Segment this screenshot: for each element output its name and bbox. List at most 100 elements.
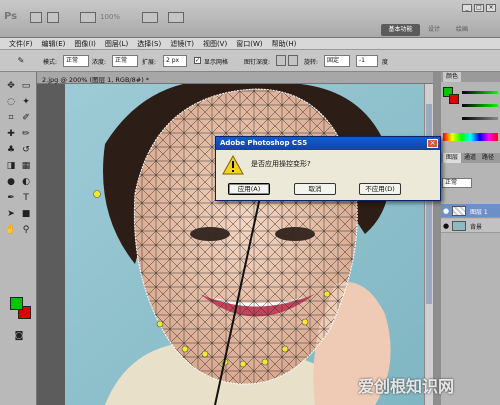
- toolbox: ✥ ▭ ◌ ✦ ⌗ ✐ ✚ ✏ ♣ ↺ ◨ ▦ ● ◐ ✒ T ➤ ■ ✋ ⚲ …: [0, 72, 37, 405]
- tab-layers[interactable]: 图层: [443, 153, 462, 163]
- pin[interactable]: [239, 360, 247, 368]
- color-spectrum[interactable]: [443, 133, 498, 141]
- tab-paths[interactable]: 路径: [479, 153, 498, 163]
- canvas-area[interactable]: [37, 84, 433, 405]
- blend-mode-select[interactable]: 正常: [442, 178, 472, 188]
- menu-file[interactable]: 文件(F): [9, 38, 33, 49]
- shape-tool-icon[interactable]: ■: [19, 208, 33, 220]
- mini-bridge-icon[interactable]: [47, 12, 59, 23]
- pin[interactable]: [181, 345, 189, 353]
- pin[interactable]: [301, 318, 309, 326]
- pin[interactable]: [261, 358, 269, 366]
- menu-window[interactable]: 窗口(W): [236, 38, 262, 49]
- quick-select-tool-icon[interactable]: ✦: [19, 96, 33, 108]
- title-bar: Ps 100% 基本功能 设计 绘画 _ □ ×: [0, 0, 500, 38]
- color-slider-green[interactable]: [462, 91, 498, 94]
- screen-mode-icon[interactable]: [168, 12, 184, 23]
- panel-collapse-strip[interactable]: [433, 72, 441, 405]
- apply-button[interactable]: 应用(A): [228, 183, 270, 195]
- show-mesh-checkbox[interactable]: ✓: [194, 57, 201, 64]
- document-tab[interactable]: 2.jpg @ 200% (图层 1, RGB/8#) *: [37, 72, 433, 84]
- view-extras-icon[interactable]: [80, 12, 96, 23]
- expand-input[interactable]: 2 px: [163, 55, 187, 67]
- foreground-color-swatch[interactable]: [10, 297, 23, 310]
- workspace-design[interactable]: 设计: [428, 24, 440, 36]
- color-slider-adjust[interactable]: [462, 104, 498, 107]
- mode-select[interactable]: 正常: [63, 55, 89, 67]
- quick-mask-icon[interactable]: ◙: [12, 330, 26, 342]
- pin[interactable]: [156, 320, 164, 328]
- brush-tool-icon[interactable]: ✏: [19, 128, 33, 140]
- photo-canvas[interactable]: [65, 84, 433, 405]
- workspace-painting[interactable]: 绘画: [456, 24, 468, 36]
- clone-stamp-tool-icon[interactable]: ♣: [4, 144, 18, 156]
- type-tool-icon[interactable]: T: [19, 192, 33, 204]
- marquee-tool-icon[interactable]: ▭: [19, 80, 33, 92]
- eyedropper-tool-icon[interactable]: ✐: [19, 112, 33, 124]
- vertical-scrollbar[interactable]: [424, 84, 433, 405]
- pin[interactable]: [201, 350, 209, 358]
- menu-edit[interactable]: 编辑(E): [42, 38, 66, 49]
- arrange-documents-icon[interactable]: [142, 12, 158, 23]
- dodge-tool-icon[interactable]: ◐: [19, 176, 33, 188]
- scroll-thumb[interactable]: [426, 104, 432, 304]
- warning-icon: [222, 155, 244, 175]
- menu-bar: 文件(F) 编辑(E) 图像(I) 图层(L) 选择(S) 滤镜(T) 视图(V…: [0, 38, 500, 50]
- layer-name: 图层 1: [470, 209, 488, 216]
- workspace-essentials[interactable]: 基本功能: [381, 24, 420, 36]
- pin[interactable]: [93, 190, 101, 198]
- angle-input[interactable]: -1: [356, 55, 378, 67]
- layer-row-background[interactable]: ● 背景: [441, 219, 500, 233]
- crop-tool-icon[interactable]: ⌗: [4, 112, 18, 124]
- density-select[interactable]: 正常: [112, 55, 138, 67]
- menu-filter[interactable]: 滤镜(T): [170, 38, 194, 49]
- dialog-title: Adobe Photoshop CS5: [216, 137, 440, 150]
- pin-depth-up-icon[interactable]: [276, 55, 286, 66]
- pin-depth-down-icon[interactable]: [288, 55, 298, 66]
- watermark-text: 爱创根知识网: [358, 377, 455, 396]
- app-logo: Ps: [4, 11, 18, 22]
- layer-row-1[interactable]: ● 图层 1: [441, 204, 500, 218]
- move-tool-icon[interactable]: ✥: [4, 80, 18, 92]
- blur-tool-icon[interactable]: ●: [4, 176, 18, 188]
- layer-name: 背景: [470, 224, 483, 231]
- zoom-tool-icon[interactable]: ⚲: [19, 224, 33, 236]
- bridge-icon[interactable]: [30, 12, 42, 23]
- panels-dock: [433, 72, 500, 405]
- dont-apply-button[interactable]: 不应用(D): [359, 183, 401, 195]
- degree-label: 度: [382, 59, 389, 66]
- tab-color[interactable]: 颜色: [443, 72, 462, 82]
- eraser-tool-icon[interactable]: ◨: [4, 160, 18, 172]
- puppet-warp-tool-icon[interactable]: ✎: [14, 55, 28, 67]
- close-button[interactable]: ×: [486, 4, 496, 12]
- density-label: 浓度:: [92, 59, 107, 66]
- history-brush-tool-icon[interactable]: ↺: [19, 144, 33, 156]
- options-bar: ✎ 模式: 正常 浓度: 正常 扩展: 2 px ✓ 显示网格 图钉深度: 旋转…: [0, 50, 500, 72]
- dialog-close-button[interactable]: ×: [427, 139, 438, 148]
- healing-brush-tool-icon[interactable]: ✚: [4, 128, 18, 140]
- menu-view[interactable]: 视图(V): [203, 38, 227, 49]
- color-slider-gray[interactable]: [462, 117, 498, 120]
- menu-image[interactable]: 图像(I): [74, 38, 96, 49]
- minimize-button[interactable]: _: [462, 4, 472, 12]
- panel-bg-swatch[interactable]: [449, 94, 459, 104]
- pin[interactable]: [323, 290, 331, 298]
- pen-tool-icon[interactable]: ✒: [4, 192, 18, 204]
- photoshop-window: Ps 100% 基本功能 设计 绘画 _ □ × 文件(F) 编辑(E) 图像(…: [0, 0, 500, 405]
- gradient-tool-icon[interactable]: ▦: [19, 160, 33, 172]
- hand-tool-icon[interactable]: ✋: [4, 224, 18, 236]
- maximize-button[interactable]: □: [474, 4, 484, 12]
- menu-help[interactable]: 帮助(H): [272, 38, 297, 49]
- color-panel-header: 颜色: [441, 72, 500, 82]
- visibility-eye-icon[interactable]: ●: [443, 222, 449, 230]
- lasso-tool-icon[interactable]: ◌: [4, 96, 18, 108]
- tab-channels[interactable]: 通道: [461, 153, 480, 163]
- zoom-level[interactable]: 100%: [100, 13, 120, 21]
- cancel-button[interactable]: 取消: [294, 183, 336, 195]
- path-selection-tool-icon[interactable]: ➤: [4, 208, 18, 220]
- rotate-select[interactable]: 固定: [324, 55, 350, 67]
- visibility-eye-icon[interactable]: ●: [443, 207, 449, 215]
- pin[interactable]: [281, 345, 289, 353]
- menu-layer[interactable]: 图层(L): [105, 38, 128, 49]
- menu-select[interactable]: 选择(S): [137, 38, 161, 49]
